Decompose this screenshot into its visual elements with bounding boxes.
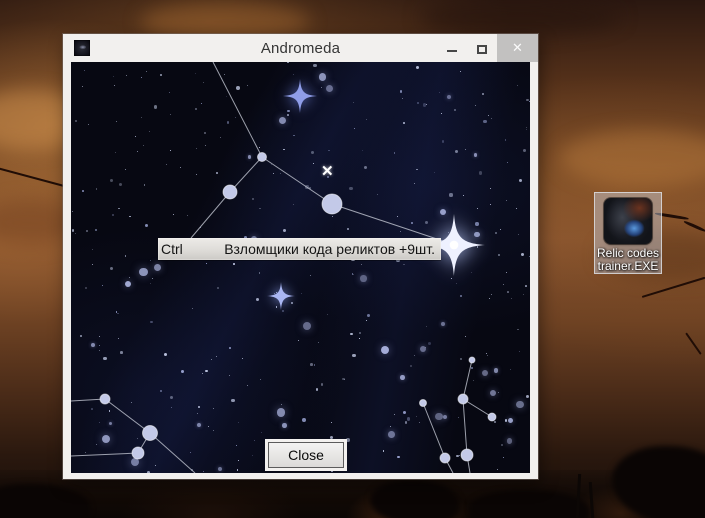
x-marker-icon: ✕	[321, 163, 334, 180]
tree-silhouette	[0, 484, 90, 518]
minimize-icon	[447, 50, 457, 52]
minimize-button[interactable]	[437, 34, 467, 62]
hotkey-row: Ctrl Взломщики кода реликтов +9шт.	[158, 238, 441, 260]
maximize-button[interactable]	[467, 34, 497, 62]
bright-star-icon	[283, 79, 317, 113]
close-icon: ✕	[512, 40, 523, 55]
hotkey-key: Ctrl	[161, 241, 183, 257]
window-galaxy-icon[interactable]	[74, 40, 90, 56]
tree-silhouette	[612, 446, 705, 518]
desktop-icon-relic-codes-trainer[interactable]: Relic codes trainer.EXE	[594, 192, 662, 274]
close-button[interactable]: Close	[268, 442, 344, 468]
title-bar[interactable]: Andromeda ✕	[63, 34, 538, 62]
hotkey-description: Взломщики кода реликтов +9шт.	[224, 241, 435, 257]
maximize-icon	[477, 44, 487, 54]
close-button-label: Close	[288, 447, 324, 463]
starfield: ✕ Ctrl Взломщики кода реликтов +9шт. Clo…	[71, 62, 530, 473]
desktop-icon-label: Relic codes trainer.EXE	[596, 246, 660, 273]
bright-star-icon	[267, 282, 295, 310]
trainer-exe-icon	[604, 198, 652, 244]
cloud	[420, 0, 620, 34]
tree-silhouette	[370, 480, 460, 518]
tree-silhouette	[470, 490, 590, 518]
trainer-window: Andromeda ✕ ✕ Ctrl Взломщики кода реликт…	[63, 34, 538, 479]
close-window-button[interactable]: ✕	[497, 34, 538, 62]
window-controls: ✕	[437, 34, 538, 62]
